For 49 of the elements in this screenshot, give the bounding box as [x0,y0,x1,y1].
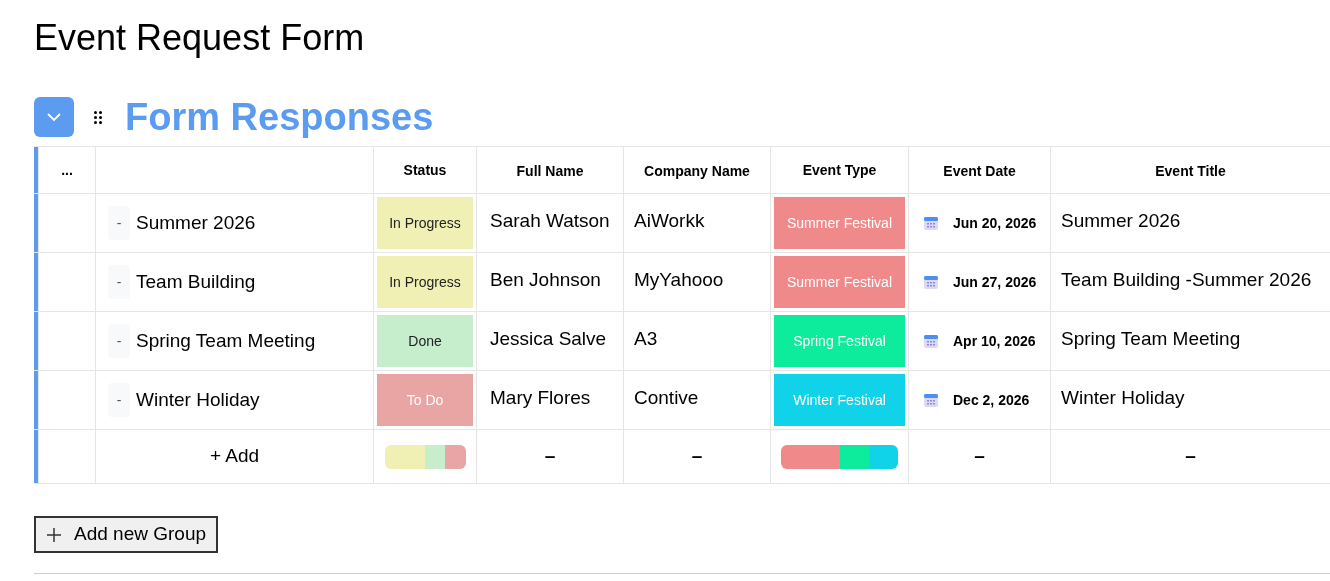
status-label[interactable]: Done [377,315,473,367]
item-name: Winter Holiday [136,387,260,412]
expand-toggle[interactable]: - [108,383,130,417]
plus-icon [46,526,62,543]
page-title: Event Request Form [34,18,366,58]
column-header: Event Title [1155,161,1226,181]
calendar-icon[interactable] [923,392,939,408]
column-header: Full Name [516,161,584,181]
group-title: Form Responses [125,95,434,139]
item-name: Team Building [136,269,256,294]
event-title-text: Winter Holiday [1061,387,1185,408]
event-title-text: Spring Team Meeting [1061,328,1241,349]
empty-value: – [1185,444,1196,469]
calendar-icon[interactable] [923,215,939,231]
full-name-text: Sarah Watson [490,210,610,231]
empty-value: – [544,444,556,469]
status-label[interactable]: In Progress [377,197,473,249]
calendar-icon[interactable] [923,274,939,290]
add-item-link[interactable]: + Add [209,442,260,471]
status-label[interactable]: In Progress [377,256,473,308]
expand-toggle[interactable]: - [108,324,130,358]
company-name-text: MyYahooo [634,269,724,290]
calendar-icon[interactable] [923,333,939,349]
event-date-text: Jun 27, 2026 [953,272,1037,292]
event-title-text: Summer 2026 [1061,210,1181,231]
column-header: Status [403,161,447,180]
empty-value: – [974,444,985,469]
expand-toggle[interactable]: - [108,265,130,299]
drag-handle-icon[interactable] [94,110,102,124]
collapse-button[interactable] [34,97,74,137]
column-header: Event Date [943,161,1016,181]
company-name-text: Contive [634,387,699,408]
event-title-text: Team Building -Summer 2026 [1061,269,1312,290]
column-header: Event Type [802,161,877,180]
full-name-text: Jessica Salve [490,328,607,349]
row-menu-label: ... [61,160,73,180]
event-date-text: Dec 2, 2026 [953,390,1030,410]
company-name-text: AiWorkk [634,210,705,231]
add-group-button[interactable]: Add new Group [34,516,219,553]
expand-toggle[interactable]: - [108,206,130,240]
full-name-text: Mary Flores [490,387,591,408]
column-header: Company Name [644,161,750,181]
empty-value: – [691,444,703,469]
event-date-text: Jun 20, 2026 [953,213,1037,233]
company-name-text: A3 [634,328,658,349]
item-name: Spring Team Meeting [136,328,316,353]
item-name: Summer 2026 [136,210,256,235]
full-name-text: Ben Johnson [490,269,601,290]
event-date-text: Apr 10, 2026 [953,331,1036,351]
